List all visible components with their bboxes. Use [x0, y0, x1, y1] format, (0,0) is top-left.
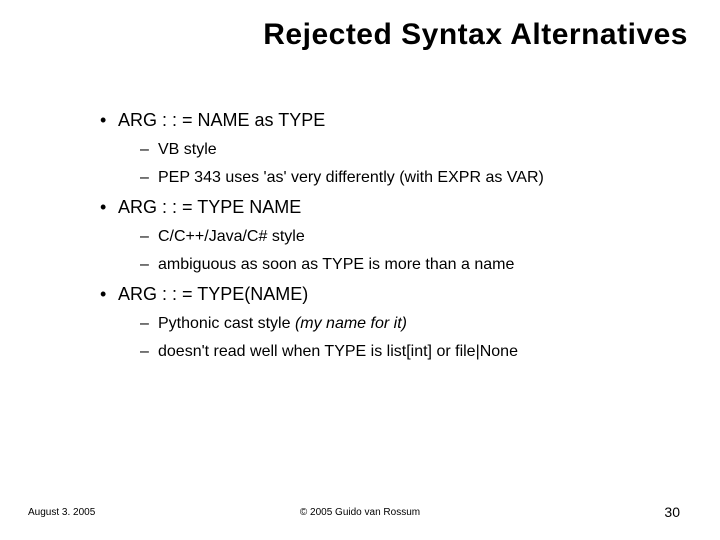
sub-text: Pythonic cast style	[158, 315, 295, 332]
sub-text: ambiguous as soon as TYPE is more than a…	[158, 256, 514, 273]
sub-text: PEP 343 uses 'as' very differently (with…	[158, 169, 544, 186]
sub-item: –C/C++/Java/C# style	[140, 228, 680, 246]
sub-text: C/C++/Java/C# style	[158, 228, 305, 245]
footer-copyright: © 2005 Guido van Rossum	[0, 507, 720, 518]
bullet-1-sub: –VB style –PEP 343 uses 'as' very differ…	[140, 141, 680, 187]
bullet-2-text: ARG : : = TYPE NAME	[118, 197, 301, 217]
bullet-3-sub: –Pythonic cast style (my name for it) –d…	[140, 315, 680, 361]
footer-page-number: 30	[664, 504, 680, 520]
dash-icon: –	[140, 169, 158, 187]
sub-item: –VB style	[140, 141, 680, 159]
dash-icon: –	[140, 315, 158, 333]
dash-icon: –	[140, 343, 158, 361]
slide-content: •ARG : : = NAME as TYPE –VB style –PEP 3…	[100, 100, 680, 367]
bullet-2: •ARG : : = TYPE NAME	[100, 197, 680, 218]
slide-title: Rejected Syntax Alternatives	[100, 18, 688, 52]
footer: August 3. 2005 © 2005 Guido van Rossum 3…	[0, 498, 720, 518]
sub-text-italic: (my name for it)	[295, 315, 407, 332]
sub-text: VB style	[158, 141, 217, 158]
bullet-2-sub: –C/C++/Java/C# style –ambiguous as soon …	[140, 228, 680, 274]
bullet-1-text: ARG : : = NAME as TYPE	[118, 110, 325, 130]
sub-text: doesn't read well when TYPE is list[int]…	[158, 343, 518, 360]
bullet-icon: •	[100, 110, 118, 131]
sub-item: –ambiguous as soon as TYPE is more than …	[140, 256, 680, 274]
dash-icon: –	[140, 141, 158, 159]
bullet-1: •ARG : : = NAME as TYPE	[100, 110, 680, 131]
sub-item: –doesn't read well when TYPE is list[int…	[140, 343, 680, 361]
bullet-3: •ARG : : = TYPE(NAME)	[100, 284, 680, 305]
sub-item: –PEP 343 uses 'as' very differently (wit…	[140, 169, 680, 187]
bullet-3-text: ARG : : = TYPE(NAME)	[118, 284, 308, 304]
bullet-icon: •	[100, 284, 118, 305]
slide: Rejected Syntax Alternatives •ARG : : = …	[0, 0, 720, 540]
sub-item: –Pythonic cast style (my name for it)	[140, 315, 680, 333]
bullet-icon: •	[100, 197, 118, 218]
dash-icon: –	[140, 256, 158, 274]
dash-icon: –	[140, 228, 158, 246]
